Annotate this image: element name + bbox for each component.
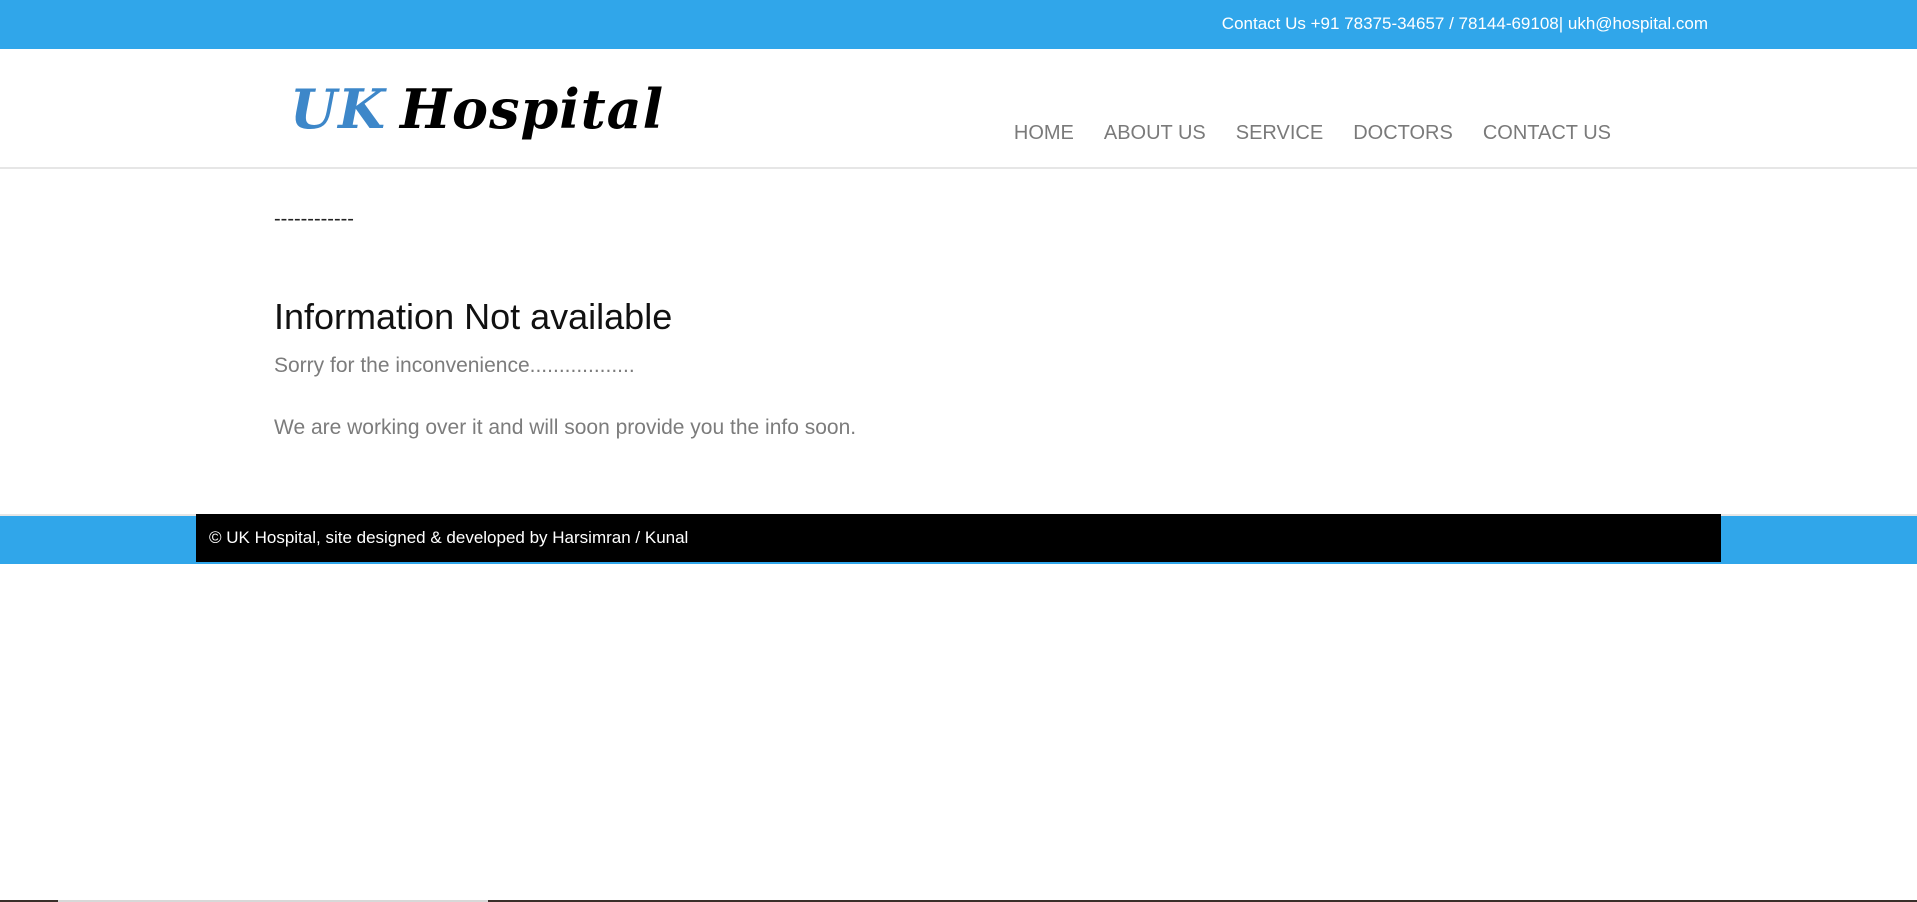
copyright-text: © UK Hospital, site designed & developed… xyxy=(209,528,689,547)
apology-text: Sorry for the inconvenience.............… xyxy=(274,354,635,377)
site-header: UK Hospital HOME ABOUT US SERVICE DOCTORS… xyxy=(0,49,1917,169)
nav-service[interactable]: SERVICE xyxy=(1236,122,1323,145)
status-text: We are working over it and will soon pro… xyxy=(274,416,857,439)
nav-doctors[interactable]: DOCTORS xyxy=(1353,122,1453,145)
nav-about-us[interactable]: ABOUT US xyxy=(1104,122,1206,145)
footer: © UK Hospital, site designed & developed… xyxy=(196,514,1721,562)
nav-home[interactable]: HOME xyxy=(1014,122,1074,145)
page-heading: Information Not available xyxy=(274,296,673,337)
logo-uk: UK xyxy=(290,77,387,141)
contact-info: Contact Us +91 78375-34657 / 78144-69108… xyxy=(1221,14,1708,33)
top-contact-bar: Contact Us +91 78375-34657 / 78144-69108… xyxy=(0,0,1917,49)
main-content: ------------ Information Not available S… xyxy=(274,208,856,439)
logo-hospital: Hospital xyxy=(400,77,665,141)
site-logo[interactable]: UK Hospital xyxy=(290,79,664,139)
separator-dashes: ------------ xyxy=(274,208,354,230)
main-nav: HOME ABOUT US SERVICE DOCTORS CONTACT US xyxy=(1014,122,1611,145)
nav-contact-us[interactable]: CONTACT US xyxy=(1483,122,1611,145)
